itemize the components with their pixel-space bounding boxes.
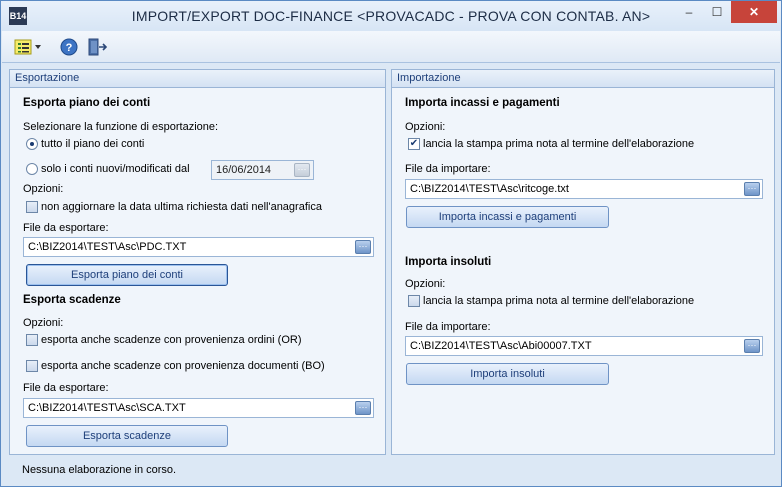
export-sca-file-label: File da esportare:: [23, 382, 109, 394]
import-insoluti-button[interactable]: Importa insoluti: [406, 363, 609, 385]
date-picker-button[interactable]: ···: [294, 163, 310, 177]
insoluti-file-input[interactable]: C:\BIZ2014\TEST\Asc\Abi00007.TXT: [405, 336, 763, 356]
checkbox-insoluti-print[interactable]: lancia la stampa prima nota al termine d…: [408, 295, 695, 308]
status-text: Nessuna elaborazione in corso.: [22, 464, 177, 476]
exit-icon: [88, 38, 107, 56]
radio-all-label: tutto il piano dei conti: [41, 138, 145, 151]
incassi-file-label: File da importare:: [405, 163, 491, 175]
import-incassi-title: Importa incassi e pagamenti: [405, 97, 560, 109]
insoluti-options-label: Opzioni:: [405, 278, 446, 290]
checkbox-incassi-print-box[interactable]: ✔: [408, 138, 420, 151]
checkbox-or-label: esporta anche scadenze con provenienza o…: [41, 334, 302, 347]
radio-all-indicator[interactable]: [26, 138, 38, 151]
status-bar: Nessuna elaborazione in corso.: [2, 459, 780, 486]
export-function-label: Selezionare la funzione di esportazione:: [23, 121, 219, 133]
checkbox-bo[interactable]: esporta anche scadenze con provenienza d…: [26, 360, 325, 373]
minimize-button[interactable]: –: [675, 1, 703, 23]
checkbox-or[interactable]: esporta anche scadenze con provenienza o…: [26, 334, 302, 347]
checkbox-incassi-print-label: lancia la stampa prima nota al termine d…: [423, 138, 695, 151]
export-sca-file-input[interactable]: C:\BIZ2014\TEST\Asc\SCA.TXT: [23, 398, 374, 418]
title-bar[interactable]: B14 IMPORT/EXPORT DOC-FINANCE <PROVACADC…: [1, 1, 781, 31]
insoluti-browse-button[interactable]: ···: [744, 339, 760, 353]
radio-all-accounts[interactable]: tutto il piano dei conti: [26, 138, 145, 151]
export-piano-title: Esporta piano dei conti: [23, 97, 151, 109]
import-insoluti-title: Importa insoluti: [405, 256, 492, 268]
checkbox-insoluti-print-box[interactable]: [408, 295, 420, 308]
window-title: IMPORT/EXPORT DOC-FINANCE <PROVACADC - P…: [131, 8, 651, 24]
checkbox-or-box[interactable]: [26, 334, 38, 347]
checkbox-no-update-label: non aggiornare la data ultima richiesta …: [41, 201, 322, 214]
maximize-button[interactable]: ☐: [703, 1, 731, 23]
main-window: B14 IMPORT/EXPORT DOC-FINANCE <PROVACADC…: [0, 0, 782, 487]
radio-new-indicator[interactable]: [26, 163, 38, 176]
list-options-button[interactable]: [12, 37, 44, 57]
checkbox-incassi-print[interactable]: ✔ lancia la stampa prima nota al termine …: [408, 138, 695, 151]
export-panel: Esportazione Esporta piano dei conti Sel…: [9, 69, 386, 455]
import-incassi-button[interactable]: Importa incassi e pagamenti: [406, 206, 609, 228]
incassi-file-input[interactable]: C:\BIZ2014\TEST\Asc\ritcoge.txt: [405, 179, 763, 199]
export-pdc-file-input[interactable]: C:\BIZ2014\TEST\Asc\PDC.TXT: [23, 237, 374, 257]
content-area: Esportazione Esporta piano dei conti Sel…: [9, 69, 775, 457]
checkbox-bo-label: esporta anche scadenze con provenienza d…: [41, 360, 325, 373]
export-pdc-file-label: File da esportare:: [23, 222, 109, 234]
import-panel: Importazione Importa incassi e pagamenti…: [391, 69, 775, 455]
import-header: Importazione: [392, 70, 774, 88]
incassi-browse-button[interactable]: ···: [744, 182, 760, 196]
help-icon: ?: [60, 38, 78, 56]
checkbox-no-update-box[interactable]: [26, 201, 38, 214]
checkbox-insoluti-print-label: lancia la stampa prima nota al termine d…: [423, 295, 695, 308]
scadenze-options-label: Opzioni:: [23, 317, 64, 329]
export-pdc-button[interactable]: Esporta piano dei conti: [26, 264, 228, 286]
radio-new-accounts[interactable]: solo i conti nuovi/modificati dal: [26, 163, 190, 176]
export-scadenze-title: Esporta scadenze: [23, 294, 121, 306]
export-sca-browse-button[interactable]: ···: [355, 401, 371, 415]
close-button[interactable]: ✕: [731, 1, 777, 23]
svg-text:?: ?: [66, 42, 73, 54]
export-header: Esportazione: [10, 70, 385, 88]
list-options-icon: [14, 39, 41, 55]
incassi-options-label: Opzioni:: [405, 121, 446, 133]
help-button[interactable]: ?: [59, 37, 79, 57]
export-scadenze-button[interactable]: Esporta scadenze: [26, 425, 228, 447]
checkbox-no-update[interactable]: non aggiornare la data ultima richiesta …: [26, 201, 322, 214]
toolbar: ?: [2, 31, 780, 63]
checkbox-bo-box[interactable]: [26, 360, 38, 373]
insoluti-file-label: File da importare:: [405, 321, 491, 333]
export-pdc-browse-button[interactable]: ···: [355, 240, 371, 254]
exit-button[interactable]: [86, 37, 108, 57]
radio-new-label: solo i conti nuovi/modificati dal: [41, 163, 190, 176]
export-options-label: Opzioni:: [23, 183, 64, 195]
